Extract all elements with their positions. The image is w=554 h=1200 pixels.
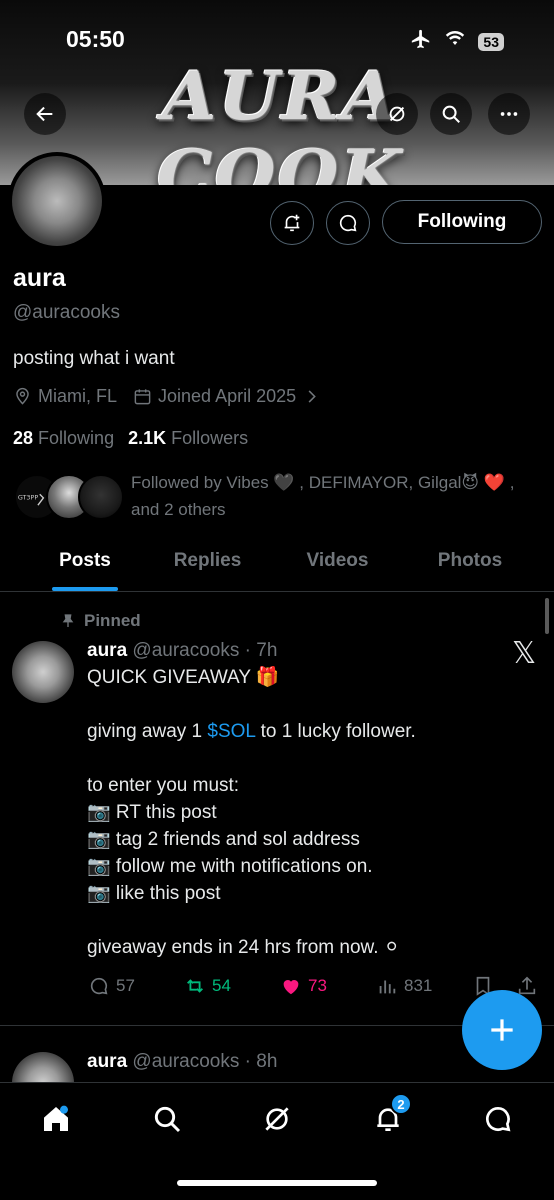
banner-title: AURA COOK xyxy=(156,56,404,185)
chevron-right-icon[interactable] xyxy=(302,387,321,406)
arrow-left-icon xyxy=(36,106,53,122)
tab-replies[interactable]: Replies xyxy=(170,538,245,591)
profile-handle: @auracooks xyxy=(13,302,120,323)
profile-stats: 28 Following 2.1K Followers xyxy=(13,428,248,449)
search-icon xyxy=(154,1106,181,1133)
nav-messages[interactable] xyxy=(478,1099,518,1139)
back-button[interactable] xyxy=(24,93,66,135)
grok-button[interactable] xyxy=(376,93,418,135)
compose-button[interactable] xyxy=(462,990,542,1070)
svg-text:GT3PP: GT3PP xyxy=(18,494,39,502)
status-icons: 53 xyxy=(410,28,504,55)
grok-icon xyxy=(389,106,405,122)
location-pin-icon xyxy=(16,387,29,405)
follower-avatar xyxy=(78,474,124,520)
pinned-label: Pinned xyxy=(60,611,141,631)
pin-icon xyxy=(62,614,74,627)
wifi-icon xyxy=(444,28,466,55)
views-chart-icon xyxy=(379,980,396,994)
following-button[interactable]: Following xyxy=(382,200,542,244)
reply-button[interactable]: 57 xyxy=(88,975,135,997)
repost-button[interactable]: 54 xyxy=(184,975,231,997)
status-time: 05:50 xyxy=(66,26,125,52)
plus-icon xyxy=(491,1019,513,1041)
post-author: aura xyxy=(87,1051,128,1072)
like-button[interactable]: 73 xyxy=(280,975,327,997)
profile-bio: posting what i want xyxy=(13,348,175,369)
post-author: aura xyxy=(87,640,128,661)
post-meta: @auracooks · 8h xyxy=(132,1051,278,1072)
cashtag-link[interactable]: $SOL xyxy=(207,721,255,742)
followers-stat[interactable]: 2.1K Followers xyxy=(128,428,248,449)
reply-icon xyxy=(90,977,108,995)
profile-avatar[interactable] xyxy=(8,152,106,250)
heart-icon xyxy=(283,980,299,995)
nav-grok[interactable] xyxy=(257,1099,297,1139)
post-header[interactable]: aura @auracooks · 7h xyxy=(87,640,277,662)
profile-joined: Joined April 2025 xyxy=(158,386,297,406)
message-button[interactable] xyxy=(326,201,370,245)
profile-location: Miami, FL xyxy=(38,386,118,406)
nav-search[interactable] xyxy=(147,1099,187,1139)
scrollbar[interactable] xyxy=(545,598,549,634)
more-button[interactable] xyxy=(488,93,530,135)
search-icon xyxy=(442,105,460,123)
profile-tabs: Posts Replies Videos Photos xyxy=(0,538,554,592)
calendar-icon xyxy=(134,389,151,405)
nav-home[interactable] xyxy=(36,1099,76,1139)
post-header[interactable]: aura @auracooks · 8h xyxy=(87,1051,277,1073)
more-dots-icon xyxy=(500,112,518,116)
notify-button[interactable] xyxy=(270,201,314,245)
notifications-badge: 2 xyxy=(390,1093,412,1115)
tab-videos[interactable]: Videos xyxy=(245,538,430,591)
followed-by-text[interactable]: Followed by Vibes 🖤 , DEFIMAYOR, Gilgal😈… xyxy=(131,469,546,523)
tab-posts[interactable]: Posts xyxy=(0,538,170,591)
profile-meta: Miami, FL Joined April 2025 xyxy=(13,386,321,407)
following-stat[interactable]: 28 Following xyxy=(13,428,114,449)
bell-plus-icon xyxy=(284,214,300,232)
tab-photos[interactable]: Photos xyxy=(430,538,510,591)
grok-icon xyxy=(265,1107,289,1131)
post-avatar[interactable] xyxy=(12,641,74,703)
repost-icon xyxy=(187,979,203,993)
home-icon xyxy=(44,1105,68,1131)
views-button[interactable]: 831 xyxy=(376,975,432,997)
nav-notifications[interactable]: 2 xyxy=(368,1093,412,1139)
post-body[interactable]: QUICK GIVEAWAY 🎁 giving away 1 $SOL to 1… xyxy=(87,664,517,961)
message-bubble-icon xyxy=(486,1106,511,1132)
home-indicator xyxy=(177,1180,377,1186)
profile-name: aura xyxy=(13,264,66,292)
followed-by-avatars[interactable]: GT3PP xyxy=(14,474,124,524)
airplane-icon xyxy=(410,28,432,55)
search-button[interactable] xyxy=(430,93,472,135)
post-meta: @auracooks · 7h xyxy=(132,640,278,661)
message-bubble-icon xyxy=(339,214,357,232)
battery-indicator: 53 xyxy=(478,32,504,51)
